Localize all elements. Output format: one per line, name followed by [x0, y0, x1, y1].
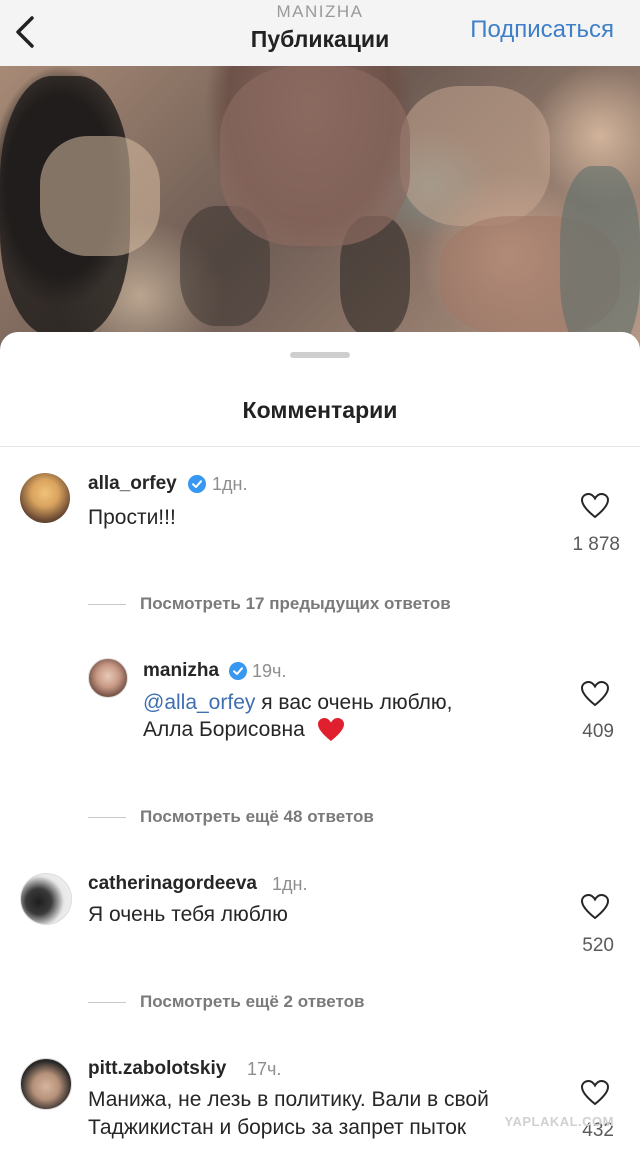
like-heart-icon[interactable]: [581, 1080, 609, 1106]
comment-time: 1дн.: [272, 874, 308, 894]
comment-text-line1: Манижа, не лезь в политику. Вали в свой: [88, 1088, 489, 1111]
comment-time: 19ч.: [252, 661, 287, 681]
view-replies-link[interactable]: Посмотреть 17 предыдущих ответов: [140, 594, 451, 614]
replies-divider: [88, 1002, 126, 1003]
comment-time: 1дн.: [212, 474, 248, 494]
comment-text: @alla_orfey я вас очень люблю,: [143, 688, 453, 718]
like-heart-icon[interactable]: [581, 894, 609, 920]
comment-username[interactable]: alla_orfey: [88, 473, 177, 495]
verified-badge-icon: [229, 662, 247, 680]
avatar[interactable]: [88, 658, 128, 698]
comment-text-line2: Алла Борисовна: [143, 715, 345, 745]
sheet-grabber[interactable]: [290, 352, 350, 358]
like-count: 520: [582, 935, 614, 956]
divider: [0, 446, 640, 447]
replies-divider: [88, 604, 126, 605]
like-count: 409: [582, 721, 614, 742]
verified-badge-icon: [188, 475, 206, 493]
mention-link[interactable]: @alla_orfey: [143, 691, 255, 714]
view-replies-link[interactable]: Посмотреть ещё 2 ответов: [140, 992, 364, 1012]
top-bar: MANIZHA Публикации Подписаться: [0, 0, 640, 66]
comment-username[interactable]: manizha: [143, 660, 219, 682]
avatar[interactable]: [20, 473, 70, 523]
comment-text-line2-content: Алла Борисовна: [143, 718, 305, 741]
comment-text: Я очень тебя люблю: [88, 903, 288, 926]
like-count: 1 878: [572, 534, 620, 555]
comment-username[interactable]: catherinagordeeva: [88, 873, 257, 895]
red-heart-emoji-icon: [317, 718, 344, 742]
follow-button[interactable]: Подписаться: [470, 16, 614, 44]
watermark: YAPLAKAL.COM: [504, 1114, 614, 1129]
replies-divider: [88, 817, 126, 818]
comment-username[interactable]: pitt.zabolotskiy: [88, 1058, 226, 1080]
avatar[interactable]: [20, 873, 72, 925]
comments-sheet: Комментарии alla_orfey 1дн. Прости!!! 1 …: [0, 332, 640, 1153]
comment-text-line2: Таджикистан и борись за запрет пыток: [88, 1116, 467, 1139]
avatar[interactable]: [20, 1058, 72, 1110]
comment-text: Прости!!!: [88, 506, 176, 529]
like-heart-icon[interactable]: [581, 493, 609, 519]
comment-time: 17ч.: [247, 1059, 282, 1079]
like-heart-icon[interactable]: [581, 681, 609, 707]
sheet-title: Комментарии: [242, 397, 398, 423]
post-photo: [0, 66, 640, 356]
view-replies-link[interactable]: Посмотреть ещё 48 ответов: [140, 807, 374, 827]
comment-text-line1: я вас очень люблю,: [261, 691, 453, 714]
